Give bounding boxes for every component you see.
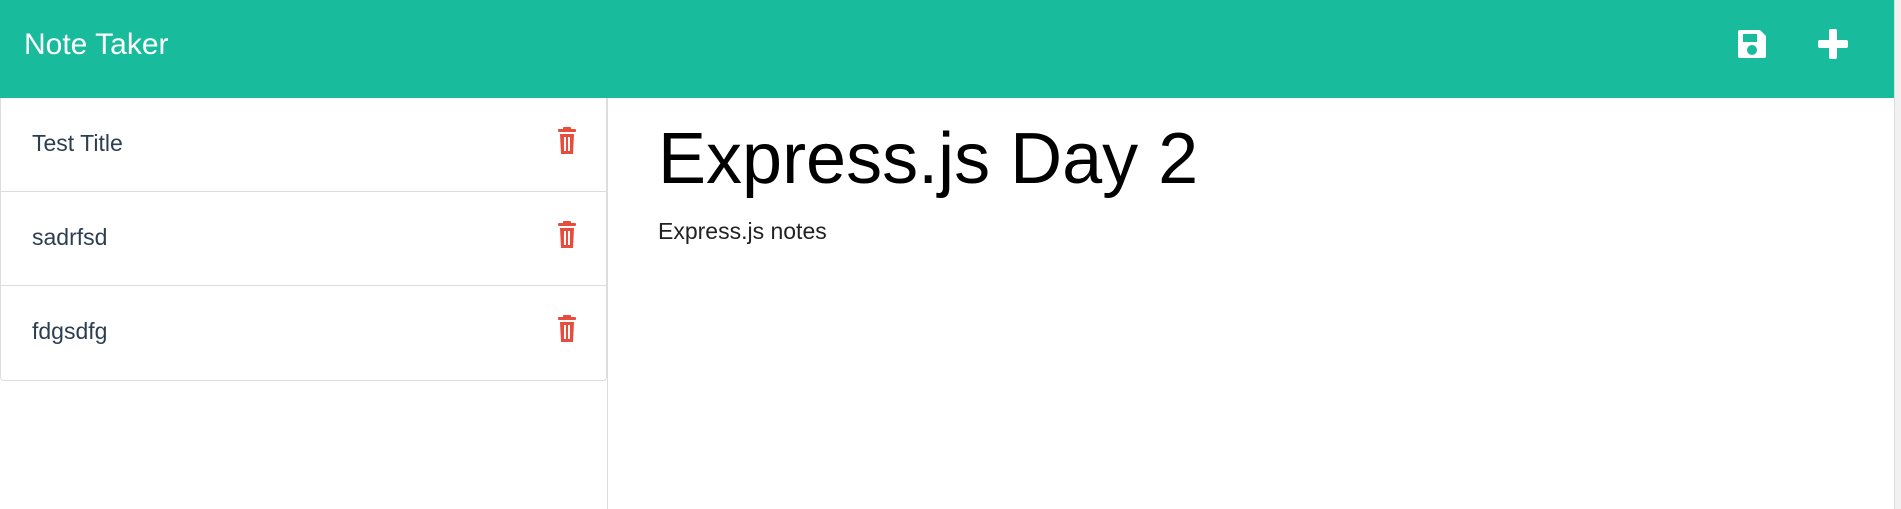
note-list-item-test-title[interactable]: Test Title [1, 98, 606, 192]
note-editor: Express.js Day 2 Express.js notes [608, 98, 1894, 509]
note-list-item-fdgsdfg[interactable]: fdgsdfg [1, 286, 606, 380]
top-navbar: Note Taker [0, 0, 1894, 98]
note-body-display[interactable]: Express.js notes [658, 216, 827, 246]
notes-list: Test Title sadrfsd fdgsdfg [0, 98, 607, 381]
vertical-scrollbar[interactable] [1894, 0, 1901, 509]
note-title-label: fdgsdfg [32, 318, 108, 344]
note-title-label: Test Title [32, 130, 123, 156]
notes-sidebar: Test Title sadrfsd fdgsdfg [0, 98, 608, 509]
save-note-button[interactable] [1732, 24, 1772, 64]
save-icon [1738, 30, 1766, 58]
note-taker-page: Note Taker Test Title sadrfsd fdgsdfg Ex… [0, 0, 1901, 509]
plus-icon [1818, 29, 1848, 59]
trash-icon[interactable] [551, 220, 583, 252]
note-list-item-sadrfsd[interactable]: sadrfsd [1, 192, 606, 286]
note-title-display[interactable]: Express.js Day 2 [658, 118, 1198, 200]
app-title[interactable]: Note Taker [24, 27, 169, 63]
trash-icon[interactable] [551, 126, 583, 158]
note-title-label: sadrfsd [32, 224, 108, 250]
trash-icon[interactable] [551, 314, 583, 346]
new-note-button[interactable] [1813, 24, 1853, 64]
